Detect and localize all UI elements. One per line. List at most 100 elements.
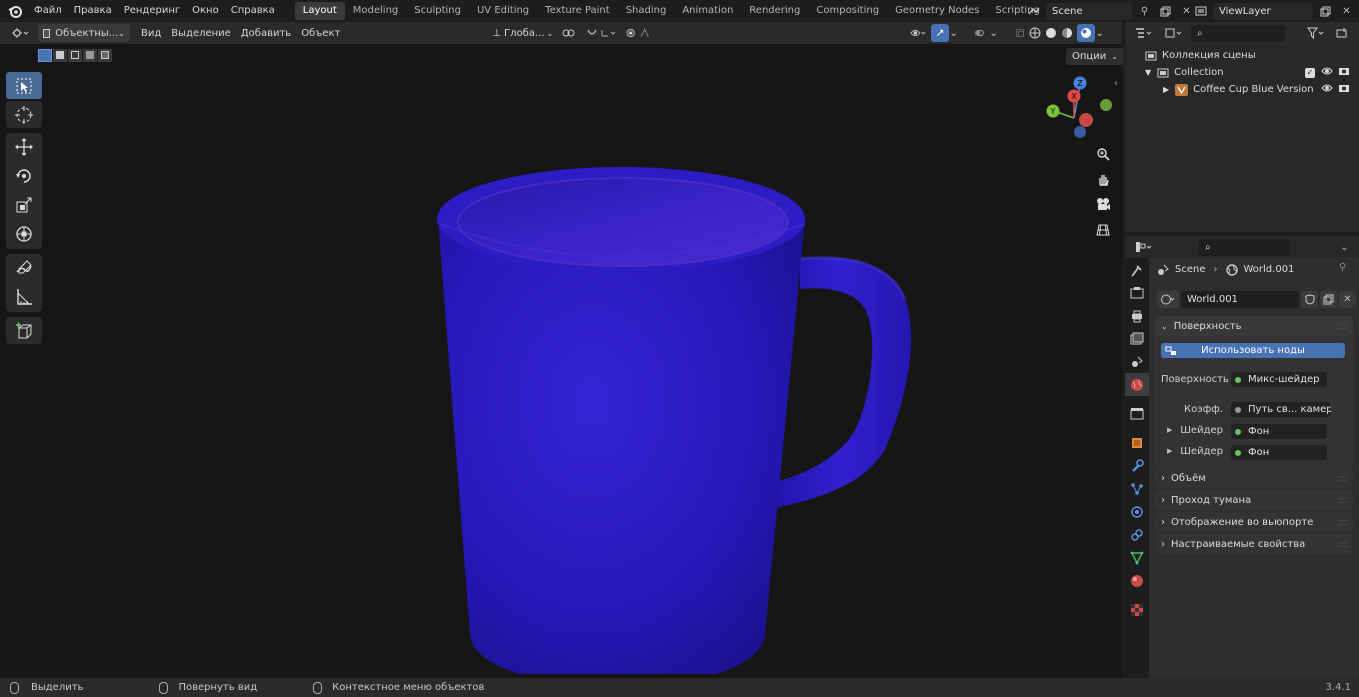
unlink-world-icon[interactable]: ✕	[1339, 291, 1356, 308]
tab-particles[interactable]	[1125, 477, 1149, 500]
drag-handle-icon[interactable]: ::::	[1338, 495, 1349, 506]
tab-world[interactable]	[1125, 373, 1149, 396]
duplicate-world-icon[interactable]	[1320, 291, 1337, 308]
fac-input-field[interactable]: Путь св... камеры	[1231, 402, 1331, 417]
3d-viewport[interactable]: Опции ⌄ Z X Y ‹	[0, 44, 1124, 678]
shading-wireframe-icon[interactable]	[1029, 24, 1045, 42]
tab-material[interactable]	[1125, 569, 1149, 592]
select-extend-icon[interactable]	[53, 48, 67, 62]
view-layer-field[interactable]: ViewLayer	[1213, 2, 1313, 20]
panel-volume-header[interactable]: › Объём ::::	[1155, 468, 1353, 488]
menu-help[interactable]: Справка	[225, 0, 281, 22]
navigation-gizmo[interactable]: Z X Y	[1040, 76, 1120, 146]
outliner-row-collection[interactable]: ▼ Collection ✓	[1125, 64, 1359, 81]
tab-layout[interactable]: Layout	[294, 2, 345, 20]
eye-icon[interactable]	[1321, 83, 1333, 96]
drag-handle-icon[interactable]: ::::	[1338, 321, 1349, 332]
new-view-layer-icon[interactable]	[1317, 3, 1334, 20]
blender-logo-icon[interactable]	[6, 2, 24, 20]
proportional-edit-icon[interactable]	[621, 24, 659, 42]
snap-icon[interactable]	[581, 24, 621, 42]
tab-texture[interactable]	[1125, 598, 1149, 621]
panel-mist-header[interactable]: › Проход тумана ::::	[1155, 490, 1353, 510]
filter-icon[interactable]	[1303, 25, 1329, 42]
coffee-mug-object[interactable]	[380, 114, 940, 674]
tool-rotate[interactable]	[6, 162, 42, 189]
tool-add-cube[interactable]	[6, 317, 42, 344]
tab-physics[interactable]	[1125, 500, 1149, 523]
menu-add[interactable]: Добавить	[236, 24, 296, 42]
tab-object[interactable]	[1125, 431, 1149, 454]
fake-user-shield-icon[interactable]	[1301, 291, 1318, 308]
camera-view-icon[interactable]	[1093, 194, 1113, 214]
menu-file[interactable]: Файл	[28, 0, 68, 22]
tab-constraints[interactable]	[1125, 523, 1149, 546]
display-mode-icon[interactable]	[1161, 25, 1187, 42]
tab-data[interactable]	[1125, 546, 1149, 569]
tab-scene[interactable]	[1125, 350, 1149, 373]
select-new-icon[interactable]	[38, 48, 52, 62]
sidebar-toggle-icon[interactable]: ‹	[1114, 78, 1118, 89]
eye-icon[interactable]	[1321, 66, 1333, 79]
menu-object[interactable]: Объект	[296, 24, 345, 42]
tab-render[interactable]	[1125, 281, 1149, 304]
panel-custom-props-header[interactable]: › Настраиваемые свойства ::::	[1155, 534, 1353, 554]
tab-modeling[interactable]: Modeling	[345, 2, 407, 20]
drag-handle-icon[interactable]: ::::	[1338, 517, 1349, 528]
surface-shader-field[interactable]: Микс-шейдер	[1231, 372, 1327, 387]
mode-dropdown[interactable]: Объектны... ⌄	[38, 24, 130, 42]
tab-compositing[interactable]: Compositing	[808, 2, 887, 20]
tool-annotate[interactable]	[6, 254, 42, 281]
world-name-field[interactable]: World.001	[1181, 291, 1299, 308]
view-layer-browse-icon[interactable]	[1192, 3, 1209, 20]
gizmo-toggle-icon[interactable]	[931, 24, 950, 42]
transform-orientation-dropdown[interactable]: ⊥ Глоба... ⌄	[487, 24, 553, 42]
scene-name-field[interactable]: Scene	[1046, 2, 1132, 20]
tab-modifiers[interactable]	[1125, 454, 1149, 477]
shading-solid-icon[interactable]	[1045, 24, 1061, 42]
editor-type-icon[interactable]	[6, 24, 34, 42]
tab-collection[interactable]	[1125, 402, 1149, 425]
panel-viewport-display-header[interactable]: › Отображение во вьюпорте ::::	[1155, 512, 1353, 532]
delete-view-layer-icon[interactable]: ✕	[1338, 3, 1355, 20]
menu-window[interactable]: Окно	[186, 0, 225, 22]
chevron-down-icon[interactable]: ⌄	[1336, 239, 1353, 256]
shading-rendered-icon[interactable]	[1077, 24, 1096, 42]
menu-view[interactable]: Вид	[136, 24, 166, 42]
shader2-field[interactable]: Фон	[1231, 445, 1327, 460]
tab-view-layer[interactable]	[1125, 327, 1149, 350]
ortho-grid-icon[interactable]	[1093, 220, 1113, 240]
pivot-point-icon[interactable]	[557, 24, 581, 42]
chevron-down-icon[interactable]: ⌄	[989, 24, 1003, 42]
tool-cursor[interactable]	[6, 101, 42, 128]
drag-handle-icon[interactable]: ::::	[1338, 539, 1349, 550]
tab-output[interactable]	[1125, 304, 1149, 327]
world-browse-icon[interactable]	[1157, 291, 1179, 308]
outliner-editor-icon[interactable]	[1131, 25, 1157, 42]
tool-move[interactable]	[6, 133, 42, 160]
tab-uv-editing[interactable]: UV Editing	[469, 2, 537, 20]
select-intersect-icon[interactable]	[98, 48, 112, 62]
expand-arrow-icon[interactable]: ▼	[1145, 68, 1151, 77]
tab-rendering[interactable]: Rendering	[741, 2, 808, 20]
options-dropdown[interactable]: Опции ⌄	[1066, 48, 1124, 65]
tab-tool[interactable]	[1125, 258, 1149, 281]
pin-icon[interactable]: ⚲	[1339, 262, 1346, 273]
xray-toggle-icon[interactable]	[1011, 24, 1029, 42]
shader1-field[interactable]: Фон	[1231, 424, 1327, 439]
camera-render-icon[interactable]	[1338, 66, 1350, 79]
menu-edit[interactable]: Правка	[68, 0, 118, 22]
outliner-row-scene-collection[interactable]: Коллекция сцены	[1125, 47, 1359, 64]
menu-render[interactable]: Рендеринг	[118, 0, 186, 22]
select-subtract-icon[interactable]	[68, 48, 82, 62]
chevron-down-icon[interactable]: ⌄	[1095, 24, 1109, 42]
tab-texture-paint[interactable]: Texture Paint	[537, 2, 618, 20]
chevron-down-icon[interactable]: ⌄	[949, 24, 963, 42]
scene-browse-icon[interactable]	[1025, 3, 1042, 20]
tool-transform[interactable]	[6, 220, 42, 247]
tool-measure[interactable]	[6, 283, 42, 310]
pan-hand-icon[interactable]	[1093, 169, 1113, 189]
use-nodes-button[interactable]: Использовать ноды	[1161, 343, 1345, 358]
exclude-checkbox[interactable]: ✓	[1305, 67, 1315, 78]
new-scene-icon[interactable]	[1157, 3, 1174, 20]
